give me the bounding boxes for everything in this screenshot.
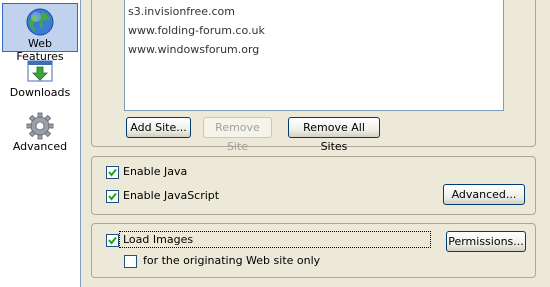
- load-images-checkbox[interactable]: [106, 234, 119, 247]
- checkmark-icon: [108, 192, 117, 201]
- gear-icon: [26, 112, 54, 140]
- add-site-button[interactable]: Add Site...: [126, 117, 191, 138]
- allowed-sites-list[interactable]: s3.invisionfree.com www.folding-forum.co…: [124, 0, 504, 111]
- sidebar-item-label: Downloads: [9, 86, 71, 99]
- enable-javascript-label: Enable JavaScript: [123, 189, 220, 202]
- enable-java-checkbox[interactable]: [106, 166, 119, 179]
- list-item[interactable]: s3.invisionfree.com: [128, 5, 235, 18]
- category-sidebar: Web Features Downloads Advanced: [0, 0, 81, 287]
- list-item[interactable]: www.folding-forum.co.uk: [128, 24, 265, 37]
- javascript-advanced-button[interactable]: Advanced...: [443, 184, 525, 205]
- globe-icon: [26, 8, 54, 36]
- checkmark-icon: [108, 236, 117, 245]
- sidebar-item-label: Advanced: [12, 140, 68, 153]
- remove-site-button[interactable]: Remove Site: [203, 117, 272, 153]
- enable-java-label: Enable Java: [123, 165, 188, 178]
- sidebar-item-advanced[interactable]: Advanced: [2, 112, 78, 158]
- remove-all-sites-button[interactable]: Remove All Sites: [288, 117, 380, 153]
- enable-javascript-checkbox[interactable]: [106, 190, 119, 203]
- originating-site-only-label: for the originating Web site only: [143, 254, 321, 267]
- downloads-icon: [27, 60, 53, 82]
- sidebar-item-downloads[interactable]: Downloads: [2, 58, 78, 104]
- checkmark-icon: [108, 168, 117, 177]
- list-item[interactable]: www.windowsforum.org: [128, 43, 259, 56]
- sidebar-item-web-features[interactable]: Web Features: [2, 3, 78, 63]
- originating-site-only-checkbox[interactable]: [124, 255, 137, 268]
- load-images-label: Load Images: [123, 233, 194, 246]
- image-permissions-button[interactable]: Permissions...: [446, 231, 526, 252]
